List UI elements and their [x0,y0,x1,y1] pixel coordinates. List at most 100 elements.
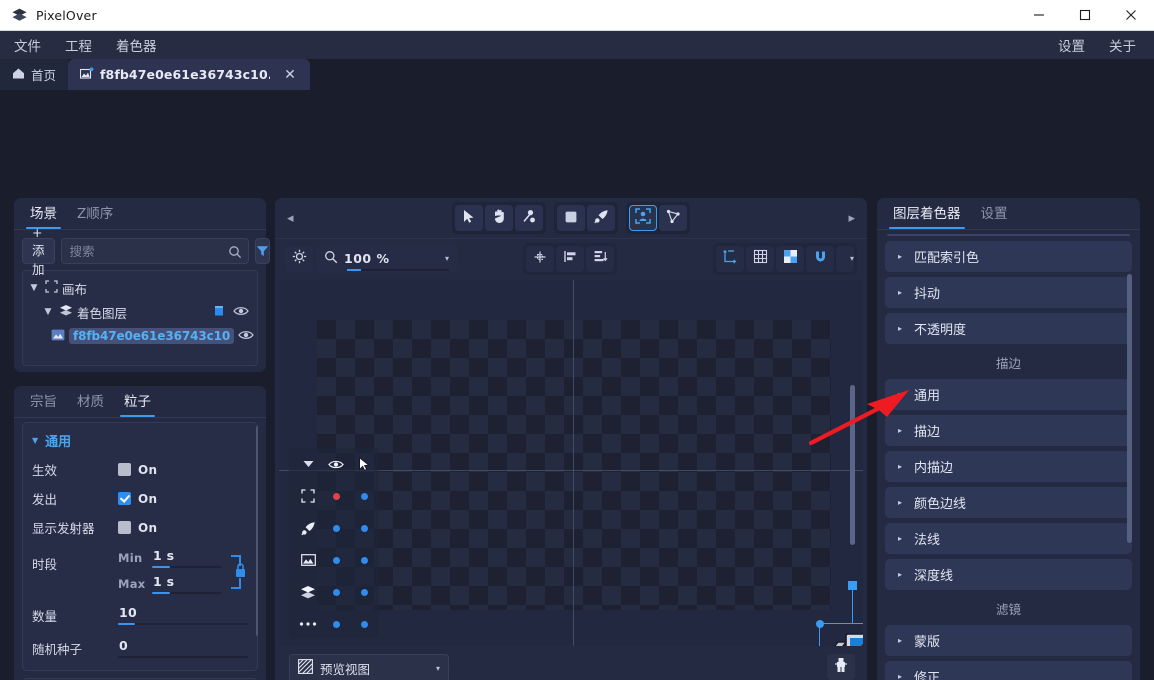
chevron-right-icon[interactable]: ▸ [898,390,902,399]
seed-field[interactable]: 0 [118,638,248,658]
distribute-button[interactable] [586,245,615,272]
sprite-selection-box[interactable] [816,581,863,646]
quantity-rail[interactable] [118,623,248,625]
zoom-control[interactable]: 100 % ▾ [317,244,457,273]
pan-tool-button[interactable] [485,205,513,231]
chevron-down-icon[interactable]: ▾ [436,664,440,673]
checkbox-effective[interactable] [118,463,131,476]
chevron-right-icon[interactable]: ▸ [898,252,902,261]
quantity-field[interactable]: 10 [118,605,248,625]
zoom-rail[interactable] [347,268,449,271]
tab-layer-shader[interactable]: 图层着色器 [883,198,971,229]
triangle-down-icon[interactable] [295,460,322,468]
magnet-dropdown-button[interactable]: ▾ [836,245,854,272]
mesh-tool-button[interactable] [659,205,687,231]
tab-particle[interactable]: 粒子 [114,386,161,417]
maximize-button[interactable] [1062,0,1108,31]
canvas-vertical-scrollbar[interactable] [850,368,855,584]
transform-tool-button[interactable] [629,205,657,231]
eye-icon[interactable] [233,305,249,320]
toolbar-scroll-left-icon[interactable]: ◂ [287,211,294,226]
properties-scrollbar[interactable] [256,426,258,636]
align-left-button[interactable] [556,245,585,272]
magnet-button[interactable] [806,245,834,272]
tree-item-shader-layer[interactable]: ▼ 着色图层 [27,300,253,324]
cursor-icon[interactable] [350,456,379,472]
checker-button[interactable] [776,245,804,272]
shader-item-match-index-color[interactable]: ▸ 匹配索引色 [885,241,1132,272]
tree-item-image[interactable]: f8fb47e0e61e36743c10 [27,324,254,348]
shader-item-outline[interactable]: ▸ 描边 [885,415,1132,446]
overlay-dot-blue[interactable] [350,588,379,596]
overlay-dot-blue[interactable] [322,556,351,564]
menu-project[interactable]: 工程 [55,32,102,58]
overlay-row-more[interactable] [289,608,379,640]
shader-item-general[interactable]: ▸ 通用 [885,379,1132,410]
overlay-row-header[interactable] [289,448,379,480]
tab-document[interactable]: f8fb47e0e61e36743c10... ✕ [68,59,311,90]
toolbar-scroll-right-icon[interactable]: ▸ [848,211,855,226]
close-button[interactable] [1108,0,1154,31]
chevron-right-icon[interactable]: ▸ [898,498,902,507]
overlay-dot-blue[interactable] [350,524,379,532]
overlay-dot-blue[interactable] [322,620,351,628]
prop-group-general-header[interactable]: ▼ 通用 [23,428,257,455]
shader-item-dither[interactable]: ▸ 抖动 [885,277,1132,308]
search-input-wrapper[interactable] [60,238,249,264]
overlay-dot-red[interactable] [322,492,351,500]
tab-home[interactable]: 首页 [0,59,69,90]
shader-item-opacity[interactable]: ▸ 不透明度 [885,313,1132,344]
search-input[interactable] [61,243,248,259]
resize-handle-top-left[interactable] [816,620,824,628]
overlay-dot-blue[interactable] [350,556,379,564]
shader-item-mask[interactable]: ▸ 蒙版 [885,625,1132,656]
eye-icon[interactable] [322,459,351,470]
particle-tool-button[interactable] [587,205,615,231]
checkbox-show-emitter[interactable] [118,521,131,534]
duration-min-field[interactable]: 1 s [152,548,222,568]
chevron-down-icon[interactable]: ▾ [850,254,854,263]
shader-item-inner-outline[interactable]: ▸ 内描边 [885,451,1132,482]
menu-file[interactable]: 文件 [4,32,51,58]
shader-item-color-edge[interactable]: ▸ 颜色边线 [885,487,1132,518]
fit-view-button[interactable] [285,245,313,272]
chevron-down-icon[interactable]: ▼ [41,307,55,317]
overlay-row-rocket[interactable] [289,512,379,544]
tree-item-canvas[interactable]: ▼ 画布 [27,276,253,300]
shader-item-correction[interactable]: ▸ 修正 [885,661,1132,680]
node-tool-button[interactable] [515,205,543,231]
chevron-down-icon[interactable]: ▼ [27,283,41,293]
minimize-button[interactable] [1016,0,1062,31]
delete-icon[interactable] [213,304,225,320]
duration-max-field[interactable]: 1 s [152,574,222,594]
shader-item-normal-line[interactable]: ▸ 法线 [885,523,1132,554]
canvas-vertical-scrollbar-thumb[interactable] [850,385,855,546]
overlay-dot-blue[interactable] [350,620,379,628]
overlay-dot-blue[interactable] [322,588,351,596]
preview-character-button[interactable] [827,654,855,680]
tab-purpose[interactable]: 宗旨 [20,386,67,417]
duration-link-lock[interactable] [226,550,248,594]
filter-button[interactable] [254,238,270,264]
chevron-right-icon[interactable]: ▸ [898,672,902,680]
add-button[interactable]: + 添加 [22,225,55,277]
overlay-row-image[interactable] [289,544,379,576]
center-pivot-button[interactable] [526,245,555,272]
chevron-right-icon[interactable]: ▸ [898,426,902,435]
seed-rail[interactable] [118,656,248,658]
chevron-down-icon[interactable]: ▾ [445,254,449,263]
tab-scene[interactable]: 场景 [20,198,67,229]
overlay-dot-blue[interactable] [350,492,379,500]
grid-button[interactable] [746,245,774,272]
axis-button[interactable] [716,245,744,272]
chevron-right-icon[interactable]: ▸ [898,534,902,543]
layer-shader-scrollbar[interactable] [1127,274,1132,680]
menu-shader[interactable]: 着色器 [106,32,167,58]
chevron-right-icon[interactable]: ▸ [898,636,902,645]
layer-shader-scrollbar-thumb[interactable] [1127,274,1132,544]
menu-settings[interactable]: 设置 [1048,32,1095,58]
select-tool-button[interactable] [455,205,483,231]
overlay-dot-blue[interactable] [322,524,351,532]
chevron-right-icon[interactable]: ▸ [898,462,902,471]
checkbox-emit[interactable] [118,492,131,505]
